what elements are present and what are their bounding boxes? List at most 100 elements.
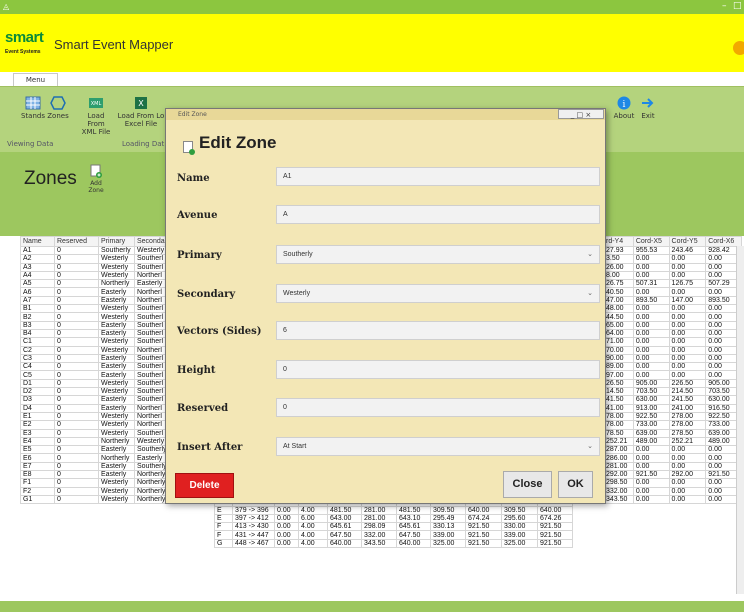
table-row[interactable]: 14.50 703.50 214.50 703.50 (603, 387, 742, 397)
table-row[interactable]: D4 0 Easterly Northerl (20, 403, 171, 413)
close-button[interactable]: Close (503, 471, 552, 498)
tab-menu[interactable]: Menu (13, 73, 58, 86)
reserved-field[interactable]: 0 (276, 398, 600, 417)
table-row[interactable]: F 413 -> 430 0.00 4.00 645.61 298.09 645.61 330… (214, 522, 573, 532)
table-row[interactable]: 78.00 733.00 278.00 733.00 (603, 420, 742, 430)
table-row[interactable]: D3 0 Easterly Southerl (20, 395, 171, 405)
table-row[interactable]: E8 0 Easterly Northerly (20, 469, 171, 480)
table-row[interactable]: 70.00 0.00 0.00 0.00 (603, 345, 742, 355)
table-row[interactable]: A5 0 Northerly Easterly (20, 279, 171, 289)
table-row[interactable]: C2 0 Westerly Northerl (20, 345, 171, 355)
table-row[interactable]: 40.50 0.00 0.00 0.00 (603, 287, 742, 297)
table-row[interactable]: 97.00 0.00 0.00 0.00 (603, 370, 742, 380)
table-row[interactable]: 252.21 489.00 252.21 489.00 (603, 436, 742, 447)
load-xml-button[interactable]: XML Load From XML File (80, 96, 112, 136)
table-row[interactable]: E 379 -> 396 0.00 4.00 481.50 281.00 481.50 309… (214, 505, 573, 515)
maximize-button[interactable]: □ (733, 1, 742, 11)
table-row[interactable]: 47.00 893.50 147.00 893.50 (603, 295, 742, 306)
table-row[interactable]: D1 0 Westerly Southerl (20, 378, 171, 389)
table-row[interactable]: C1 0 Westerly Southerl (20, 337, 171, 347)
column-header[interactable]: Primary (98, 236, 135, 247)
table-row[interactable]: C5 0 Easterly Southerl (20, 370, 171, 380)
table-row[interactable]: B3 0 Easterly Southerl (20, 320, 171, 330)
table-row[interactable]: E4 0 Northerly Westerly (20, 436, 171, 447)
table-row[interactable]: 287.00 0.00 0.00 0.00 (603, 445, 742, 455)
table-row[interactable]: 343.50 0.00 0.00 0.00 (603, 494, 742, 505)
table-row[interactable]: 26.50 905.00 226.50 905.00 (603, 378, 742, 389)
table-row[interactable]: 286.00 0.00 0.00 0.00 (603, 453, 742, 463)
table-row[interactable]: 8.00 0.00 0.00 0.00 (603, 270, 742, 281)
table-row[interactable]: 26.75 507.31 126.75 507.29 (603, 279, 742, 289)
table-row[interactable]: 332.00 0.00 0.00 0.00 (603, 486, 742, 496)
ok-button[interactable]: OK (558, 471, 593, 498)
table-row[interactable]: E3 0 Westerly Southerl (20, 428, 171, 438)
table-cell: 645.61 (396, 522, 431, 532)
primary-select[interactable]: Southerly ⌄ (276, 245, 600, 264)
table-row[interactable]: G1 0 Westerly Northerly (20, 494, 171, 505)
table-row[interactable]: 41.00 913.00 241.00 916.50 (603, 403, 742, 413)
table-row[interactable]: A2 0 Westerly Southerl (20, 254, 171, 264)
stands-button[interactable]: Stands (18, 96, 48, 120)
table-row[interactable]: 48.00 0.00 0.00 0.00 (603, 304, 742, 314)
table-row[interactable]: 71.00 0.00 0.00 0.00 (603, 337, 742, 347)
table-row[interactable]: G 448 -> 467 0.00 4.00 640.00 343.50 640.00 325… (214, 538, 573, 549)
table-row[interactable]: B4 0 Easterly Southerl (20, 328, 171, 339)
table-row[interactable]: A1 0 Southerly Westerly (20, 245, 171, 256)
table-row[interactable]: 78.50 639.00 278.50 639.00 (603, 428, 742, 438)
table-row[interactable]: A7 0 Easterly Northerl (20, 295, 171, 306)
table-row[interactable]: 89.00 0.00 0.00 0.00 (603, 362, 742, 372)
column-header[interactable]: Cord-X5 (632, 236, 670, 247)
table-row[interactable]: E7 0 Easterly Southerly (20, 461, 171, 472)
table-row[interactable]: C4 0 Easterly Southerl (20, 362, 171, 372)
delete-button[interactable]: Delete (175, 473, 234, 498)
table-row[interactable]: F 431 -> 447 0.00 4.00 647.50 332.00 647.50 339… (214, 530, 573, 540)
table-row[interactable]: 298.50 0.00 0.00 0.00 (603, 478, 742, 488)
table-row[interactable]: 281.00 0.00 0.00 0.00 (603, 461, 742, 472)
table-row[interactable]: 64.00 0.00 0.00 0.00 (603, 328, 742, 339)
table-row[interactable]: B2 0 Westerly Southerl (20, 312, 171, 322)
grid-scrollbar[interactable] (736, 246, 744, 594)
table-row[interactable]: 292.00 921.50 292.00 921.50 (603, 469, 742, 480)
table-row[interactable]: C3 0 Easterly Southerl (20, 353, 171, 364)
load-excel-button[interactable]: X Load From Lo Excel File (117, 96, 165, 128)
about-button[interactable]: i About (609, 96, 639, 120)
insert-after-label: Insert After (177, 442, 243, 453)
table-row[interactable]: A3 0 Westerly Southerl (20, 262, 171, 272)
insert-after-select[interactable]: At Start ⌄ (276, 437, 600, 456)
table-row[interactable]: 3.50 0.00 0.00 0.00 (603, 254, 742, 264)
height-field[interactable]: 0 (276, 360, 600, 379)
name-field[interactable]: A1 (276, 167, 600, 186)
table-row[interactable]: E2 0 Westerly Northerl (20, 420, 171, 430)
table-row[interactable]: 90.00 0.00 0.00 0.00 (603, 353, 742, 364)
table-row[interactable]: E6 0 Northerly Easterly (20, 453, 171, 463)
table-row[interactable]: A6 0 Easterly Northerl (20, 287, 171, 297)
zones-button[interactable]: Zones (45, 96, 71, 120)
table-row[interactable]: 65.00 0.00 0.00 0.00 (603, 320, 742, 330)
column-header[interactable]: Name (20, 236, 55, 247)
avenue-field[interactable]: A (276, 205, 600, 224)
table-row[interactable]: A4 0 Westerly Northerl (20, 270, 171, 281)
add-zone-button[interactable]: Add Zone (84, 164, 108, 194)
column-header[interactable]: Reserved (54, 236, 99, 247)
minimize-button[interactable]: – (722, 1, 727, 11)
table-row[interactable]: B1 0 Westerly Southerl (20, 304, 171, 314)
dialog-window-controls[interactable]: _ □ × (558, 109, 604, 119)
column-header[interactable]: Cord-X6 (705, 236, 742, 247)
table-row[interactable]: 26.00 0.00 0.00 0.00 (603, 262, 742, 272)
column-header[interactable]: Cord-Y5 (668, 236, 707, 247)
table-row[interactable]: 27.93 955.53 243.46 928.42 (603, 245, 742, 256)
table-row[interactable]: E1 0 Westerly Northerl (20, 411, 171, 422)
table-row[interactable]: E 397 -> 412 0.00 6.00 643.00 281.00 643.10 295… (214, 513, 573, 524)
table-row[interactable]: 44.50 0.00 0.00 0.00 (603, 312, 742, 322)
table-row[interactable]: F1 0 Westerly Northerly (20, 478, 171, 488)
table-row[interactable]: F2 0 Westerly Northerly (20, 486, 171, 496)
secondary-select[interactable]: Westerly ⌄ (276, 284, 600, 303)
table-row[interactable]: 78.00 922.50 278.00 922.50 (603, 411, 742, 422)
avatar[interactable] (733, 41, 744, 55)
table-row[interactable]: E5 0 Easterly Southerly (20, 445, 171, 455)
column-header[interactable]: rd-Y4 (603, 236, 634, 247)
exit-button[interactable]: Exit (638, 96, 658, 120)
vectors-field[interactable]: 6 (276, 321, 600, 340)
table-row[interactable]: 41.50 630.00 241.50 630.00 (603, 395, 742, 405)
table-row[interactable]: D2 0 Westerly Southerl (20, 387, 171, 397)
